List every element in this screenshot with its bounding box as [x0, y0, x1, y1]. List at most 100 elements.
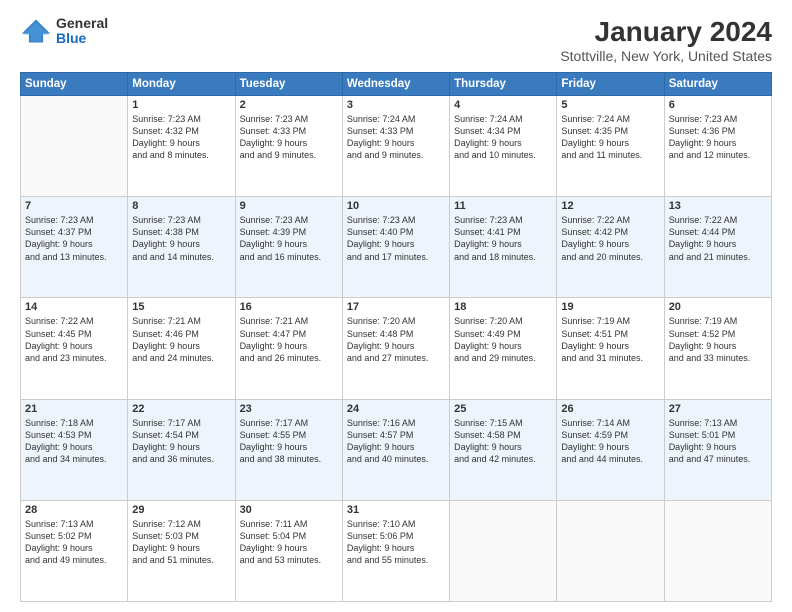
table-row: 17Sunrise: 7:20 AMSunset: 4:48 PMDayligh… [342, 298, 449, 399]
daylight-text: Daylight: 9 hours [25, 543, 93, 553]
day-number: 18 [454, 301, 552, 313]
sunset-text: Sunset: 4:51 PM [561, 329, 628, 339]
table-row: 8Sunrise: 7:23 AMSunset: 4:38 PMDaylight… [128, 197, 235, 298]
sunrise-text: Sunrise: 7:23 AM [240, 114, 309, 124]
daylight-text: Daylight: 9 hours [240, 341, 308, 351]
daylight-text: Daylight: 9 hours [454, 442, 522, 452]
daylight-text: Daylight: 9 hours [347, 341, 415, 351]
daylight-text: Daylight: 9 hours [669, 442, 737, 452]
sunset-text: Sunset: 5:03 PM [132, 531, 199, 541]
sunrise-text: Sunrise: 7:18 AM [25, 418, 94, 428]
daylight-text-cont: and and 9 minutes. [347, 150, 424, 160]
daylight-text: Daylight: 9 hours [25, 341, 93, 351]
calendar-header-row: Sunday Monday Tuesday Wednesday Thursday… [21, 73, 772, 96]
day-info: Sunrise: 7:18 AMSunset: 4:53 PMDaylight:… [25, 417, 123, 466]
table-row: 14Sunrise: 7:22 AMSunset: 4:45 PMDayligh… [21, 298, 128, 399]
table-row: 4Sunrise: 7:24 AMSunset: 4:34 PMDaylight… [450, 96, 557, 197]
day-info: Sunrise: 7:19 AMSunset: 4:52 PMDaylight:… [669, 315, 767, 364]
sunset-text: Sunset: 4:42 PM [561, 227, 628, 237]
day-info: Sunrise: 7:24 AMSunset: 4:34 PMDaylight:… [454, 113, 552, 162]
table-row: 5Sunrise: 7:24 AMSunset: 4:35 PMDaylight… [557, 96, 664, 197]
header: General Blue January 2024 Stottville, Ne… [20, 16, 772, 64]
day-info: Sunrise: 7:23 AMSunset: 4:37 PMDaylight:… [25, 214, 123, 263]
sunrise-text: Sunrise: 7:22 AM [25, 316, 94, 326]
day-number: 29 [132, 504, 230, 516]
table-row [557, 500, 664, 601]
sunset-text: Sunset: 4:35 PM [561, 126, 628, 136]
daylight-text-cont: and and 13 minutes. [25, 252, 107, 262]
sunrise-text: Sunrise: 7:15 AM [454, 418, 523, 428]
header-saturday: Saturday [664, 73, 771, 96]
daylight-text-cont: and and 38 minutes. [240, 454, 322, 464]
sunrise-text: Sunrise: 7:22 AM [669, 215, 738, 225]
daylight-text-cont: and and 8 minutes. [132, 150, 209, 160]
day-info: Sunrise: 7:23 AMSunset: 4:32 PMDaylight:… [132, 113, 230, 162]
daylight-text: Daylight: 9 hours [454, 341, 522, 351]
daylight-text-cont: and and 34 minutes. [25, 454, 107, 464]
day-info: Sunrise: 7:23 AMSunset: 4:41 PMDaylight:… [454, 214, 552, 263]
day-number: 16 [240, 301, 338, 313]
day-info: Sunrise: 7:23 AMSunset: 4:33 PMDaylight:… [240, 113, 338, 162]
title-block: January 2024 Stottville, New York, Unite… [560, 16, 772, 64]
sunrise-text: Sunrise: 7:23 AM [240, 215, 309, 225]
day-number: 25 [454, 403, 552, 415]
day-info: Sunrise: 7:22 AMSunset: 4:45 PMDaylight:… [25, 315, 123, 364]
header-wednesday: Wednesday [342, 73, 449, 96]
location-title: Stottville, New York, United States [560, 48, 772, 64]
sunrise-text: Sunrise: 7:23 AM [132, 215, 201, 225]
daylight-text-cont: and and 21 minutes. [669, 252, 751, 262]
sunrise-text: Sunrise: 7:23 AM [347, 215, 416, 225]
day-number: 26 [561, 403, 659, 415]
table-row: 10Sunrise: 7:23 AMSunset: 4:40 PMDayligh… [342, 197, 449, 298]
sunset-text: Sunset: 4:49 PM [454, 329, 521, 339]
daylight-text: Daylight: 9 hours [132, 138, 200, 148]
day-number: 3 [347, 99, 445, 111]
header-monday: Monday [128, 73, 235, 96]
daylight-text-cont: and and 47 minutes. [669, 454, 751, 464]
table-row: 24Sunrise: 7:16 AMSunset: 4:57 PMDayligh… [342, 399, 449, 500]
page: General Blue January 2024 Stottville, Ne… [0, 0, 792, 612]
sunset-text: Sunset: 4:44 PM [669, 227, 736, 237]
sunrise-text: Sunrise: 7:13 AM [25, 519, 94, 529]
daylight-text: Daylight: 9 hours [347, 543, 415, 553]
daylight-text-cont: and and 16 minutes. [240, 252, 322, 262]
day-number: 12 [561, 200, 659, 212]
sunrise-text: Sunrise: 7:20 AM [454, 316, 523, 326]
day-info: Sunrise: 7:22 AMSunset: 4:42 PMDaylight:… [561, 214, 659, 263]
header-tuesday: Tuesday [235, 73, 342, 96]
daylight-text-cont: and and 17 minutes. [347, 252, 429, 262]
daylight-text-cont: and and 26 minutes. [240, 353, 322, 363]
logo-general-text: General [56, 16, 108, 31]
daylight-text-cont: and and 40 minutes. [347, 454, 429, 464]
sunrise-text: Sunrise: 7:22 AM [561, 215, 630, 225]
daylight-text-cont: and and 27 minutes. [347, 353, 429, 363]
table-row: 3Sunrise: 7:24 AMSunset: 4:33 PMDaylight… [342, 96, 449, 197]
sunrise-text: Sunrise: 7:11 AM [240, 519, 308, 529]
daylight-text-cont: and and 20 minutes. [561, 252, 643, 262]
day-number: 23 [240, 403, 338, 415]
sunrise-text: Sunrise: 7:16 AM [347, 418, 416, 428]
day-info: Sunrise: 7:21 AMSunset: 4:46 PMDaylight:… [132, 315, 230, 364]
daylight-text: Daylight: 9 hours [454, 239, 522, 249]
day-info: Sunrise: 7:10 AMSunset: 5:06 PMDaylight:… [347, 518, 445, 567]
calendar-week-row: 14Sunrise: 7:22 AMSunset: 4:45 PMDayligh… [21, 298, 772, 399]
table-row: 11 Sunrise: 7:23 AMSunset: 4:41 PMDayligh… [450, 197, 557, 298]
daylight-text-cont: and and 23 minutes. [25, 353, 107, 363]
table-row: 29Sunrise: 7:12 AMSunset: 5:03 PMDayligh… [128, 500, 235, 601]
sunrise-text: Sunrise: 7:13 AM [669, 418, 738, 428]
table-row: 12Sunrise: 7:22 AMSunset: 4:42 PMDayligh… [557, 197, 664, 298]
day-info: Sunrise: 7:17 AMSunset: 4:54 PMDaylight:… [132, 417, 230, 466]
sunrise-text: Sunrise: 7:24 AM [561, 114, 630, 124]
sunrise-text: Sunrise: 7:24 AM [347, 114, 416, 124]
day-info: Sunrise: 7:14 AMSunset: 4:59 PMDaylight:… [561, 417, 659, 466]
sunrise-text: Sunrise: 7:21 AM [132, 316, 201, 326]
daylight-text-cont: and and 24 minutes. [132, 353, 214, 363]
day-number: 11 [454, 200, 552, 212]
header-sunday: Sunday [21, 73, 128, 96]
calendar-week-row: 21Sunrise: 7:18 AMSunset: 4:53 PMDayligh… [21, 399, 772, 500]
day-number: 31 [347, 504, 445, 516]
day-number: 7 [25, 200, 123, 212]
daylight-text-cont: and and 49 minutes. [25, 555, 107, 565]
daylight-text: Daylight: 9 hours [25, 442, 93, 452]
calendar-week-row: 28Sunrise: 7:13 AMSunset: 5:02 PMDayligh… [21, 500, 772, 601]
